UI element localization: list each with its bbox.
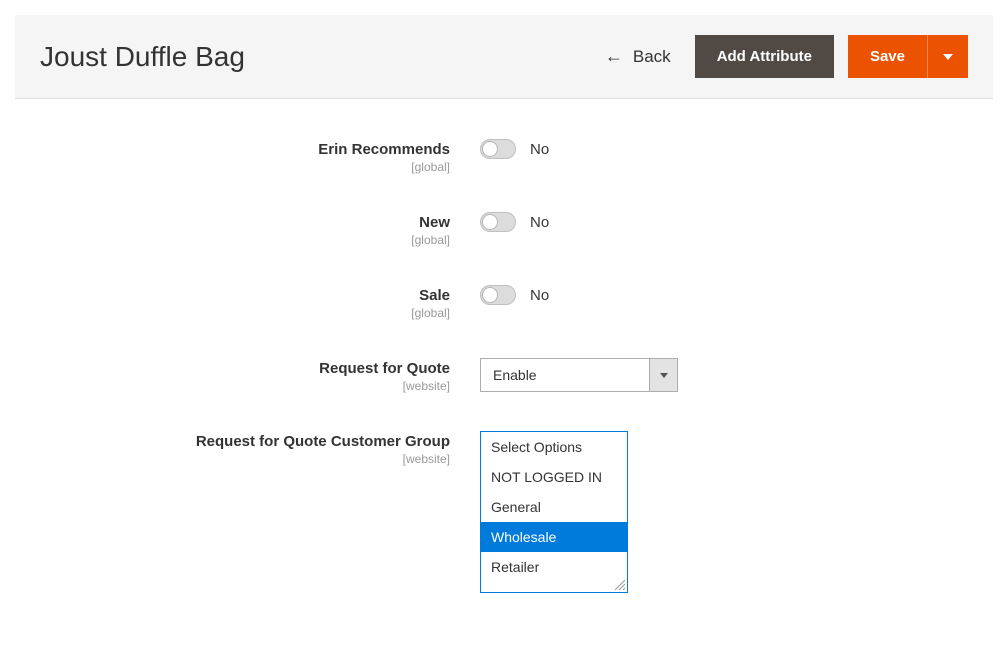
save-button-group: Save [848,35,968,78]
multiselect-option[interactable]: Retailer [481,552,627,582]
toggle-value-text: No [530,141,549,158]
field-erin-recommends: Erin Recommends [global] No [20,139,988,174]
request-for-quote-select[interactable]: Enable [480,358,678,392]
field-control: No [480,212,988,232]
field-request-for-quote: Request for Quote [website] Enable [20,358,988,393]
form-content: Erin Recommends [global] No New [global]… [0,99,1008,671]
back-label: Back [633,47,671,67]
rfq-customer-group-multiselect[interactable]: Select OptionsNOT LOGGED INGeneralWholes… [480,431,628,593]
label-text: Erin Recommends [20,141,450,158]
multiselect-option[interactable]: General [481,492,627,522]
toggle-value-text: No [530,214,549,231]
label-scope: [global] [20,233,450,247]
page-title: Joust Duffle Bag [40,41,245,73]
label-scope: [website] [20,452,450,466]
back-link[interactable]: ← Back [595,46,681,67]
field-rfq-customer-group: Request for Quote Customer Group [websit… [20,431,988,593]
field-control: No [480,285,988,305]
label-scope: [global] [20,306,450,320]
toggle-knob-icon [482,214,498,230]
field-label: Request for Quote [website] [20,358,480,393]
label-text: Sale [20,287,450,304]
field-label: Request for Quote Customer Group [websit… [20,431,480,466]
multiselect-option[interactable]: Wholesale [481,522,627,552]
label-text: Request for Quote Customer Group [20,433,450,450]
label-scope: [global] [20,160,450,174]
field-new: New [global] No [20,212,988,247]
save-dropdown-button[interactable] [927,35,968,78]
header-actions: ← Back Add Attribute Save [595,35,968,78]
field-label: New [global] [20,212,480,247]
page-header: Joust Duffle Bag ← Back Add Attribute Sa… [15,15,993,99]
add-attribute-button[interactable]: Add Attribute [695,35,834,78]
label-scope: [website] [20,379,450,393]
multiselect-option[interactable]: Select Options [481,432,627,462]
select-dropdown-button[interactable] [649,359,677,391]
select-value: Enable [481,359,649,391]
caret-down-icon [943,54,953,60]
field-label: Erin Recommends [global] [20,139,480,174]
save-button[interactable]: Save [848,35,927,78]
new-toggle[interactable] [480,212,516,232]
caret-down-icon [660,373,668,378]
toggle-knob-icon [482,141,498,157]
erin-recommends-toggle[interactable] [480,139,516,159]
label-text: Request for Quote [20,360,450,377]
field-control: Select OptionsNOT LOGGED INGeneralWholes… [480,431,988,593]
sale-toggle[interactable] [480,285,516,305]
toggle-knob-icon [482,287,498,303]
field-control: Enable [480,358,988,392]
multiselect-option[interactable]: NOT LOGGED IN [481,462,627,492]
label-text: New [20,214,450,231]
field-label: Sale [global] [20,285,480,320]
field-control: No [480,139,988,159]
field-sale: Sale [global] No [20,285,988,320]
toggle-value-text: No [530,287,549,304]
arrow-left-icon: ← [605,46,623,67]
